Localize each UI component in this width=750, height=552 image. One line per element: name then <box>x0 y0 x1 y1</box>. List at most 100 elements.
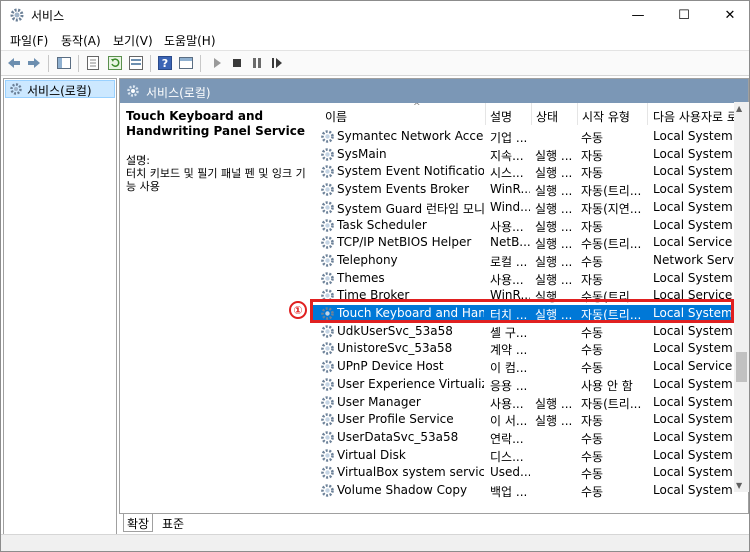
service-log-on-as: Local System <box>653 394 733 409</box>
maximize-button[interactable]: ☐ <box>661 1 707 30</box>
service-row[interactable]: UnistoreSvc_53a58 계약 ... 수동 Local System <box>313 340 747 358</box>
title-bar: 서비스 — ☐ ✕ <box>1 1 749 30</box>
service-startup-type: 자동 <box>581 148 604 163</box>
service-row[interactable]: Symantec Network Access ... 기업 ... 수동 Local… <box>313 128 747 146</box>
restart-icon[interactable] <box>269 55 285 71</box>
services-gear-icon <box>126 84 140 98</box>
play-icon[interactable] <box>209 55 225 71</box>
sort-ascending-icon: ^ <box>413 103 421 112</box>
service-row[interactable]: UserDataSvc_53a58 연락... 수동 Local System <box>313 429 747 447</box>
column-header-log-on-as[interactable]: 다음 사용자로 로 <box>653 103 747 125</box>
service-description: 시스... <box>490 166 524 181</box>
service-name: User Profile Service <box>337 412 454 427</box>
service-gear-icon <box>320 164 335 179</box>
stop-icon[interactable] <box>229 55 245 71</box>
service-startup-type: 수동 <box>581 431 604 446</box>
refresh-icon[interactable] <box>107 55 123 71</box>
service-name: Volume Shadow Copy <box>337 483 468 497</box>
menu-action[interactable]: 동작(A) <box>61 32 101 49</box>
service-log-on-as: Local System <box>653 182 733 197</box>
service-row[interactable]: UPnP Device Host 이 컴... 수동 Local Service <box>313 358 747 376</box>
service-gear-icon <box>320 235 335 250</box>
service-row[interactable]: Themes 사용... 실행 ... 자동 Local System <box>313 270 747 288</box>
column-header-name[interactable]: 이름 ^ <box>325 103 485 125</box>
services-gear-icon <box>9 82 23 96</box>
toolbar-separator <box>48 55 49 72</box>
service-log-on-as: Local System <box>653 270 733 285</box>
service-name: User Experience Virtualizati... <box>337 376 484 391</box>
console-tree-icon[interactable] <box>56 55 72 71</box>
column-header-description[interactable]: 설명 <box>490 103 534 125</box>
service-startup-type: 자동 <box>581 166 604 181</box>
service-row[interactable]: Task Scheduler 사용... 실행 ... 자동 Local System <box>313 217 747 235</box>
service-name: UserDataSvc_53a58 <box>337 429 459 444</box>
service-row[interactable]: User Profile Service 이 서... 실행 ... 자동 Local … <box>313 411 747 429</box>
menu-file[interactable]: 파일(F) <box>10 32 48 49</box>
service-name: Telephony <box>337 252 398 267</box>
column-header-startup-type[interactable]: 시작 유형 <box>582 103 648 125</box>
service-log-on-as: Local System <box>653 412 733 427</box>
minimize-button[interactable]: — <box>615 1 661 30</box>
properties-icon[interactable] <box>85 55 101 71</box>
service-row[interactable]: SysMain 지속... 실행 ... 자동 Local System <box>313 146 747 164</box>
vertical-scrollbar[interactable]: ▲ ▼ <box>734 102 749 492</box>
service-name: UdkUserSvc_53a58 <box>337 323 453 338</box>
services-pane: 서비스(로컬) Touch Keyboard and Handwriting P… <box>119 78 749 514</box>
scroll-down-icon[interactable]: ▼ <box>736 481 742 490</box>
service-status: 실행 ... <box>535 396 573 411</box>
service-name: TCP/IP NetBIOS Helper <box>337 235 472 250</box>
menu-help[interactable]: 도움말(H) <box>164 32 216 49</box>
view-tabs: 확장 표준 <box>119 514 749 534</box>
service-startup-type: 수동 <box>581 254 604 269</box>
service-gear-icon <box>320 341 335 356</box>
scrollbar-thumb[interactable] <box>736 352 747 382</box>
service-status: 실행 ... <box>535 414 573 429</box>
column-divider[interactable] <box>647 103 648 125</box>
service-row[interactable]: User Experience Virtualizati... 응용 ... 사용 … <box>313 376 747 394</box>
tree-item-label: 서비스(로컬) <box>27 84 92 98</box>
service-row[interactable]: User Manager 사용... 실행 ... 자동(트리... Local Sys… <box>313 394 747 412</box>
service-row[interactable]: Virtual Disk 디스... 수동 Local System <box>313 447 747 465</box>
service-row[interactable]: System Guard 런타임 모니... Wind... 실행 ... 자동(지연… <box>313 199 747 217</box>
service-gear-icon <box>320 271 335 286</box>
service-description: 로컬 ... <box>490 254 528 269</box>
tab-extended[interactable]: 확장 <box>123 514 154 532</box>
service-description: 사용... <box>490 272 524 287</box>
services-window: 서비스 — ☐ ✕ 파일(F) 동작(A) 보기(V) 도움말(H) ? 서비스… <box>0 0 750 552</box>
service-gear-icon <box>320 412 335 427</box>
service-status: 실행 ... <box>535 166 573 181</box>
forward-arrow-icon[interactable] <box>26 55 42 71</box>
service-row[interactable]: UdkUserSvc_53a58 셸 구... 수동 Local System <box>313 323 747 341</box>
service-gear-icon <box>320 147 335 162</box>
help-icon[interactable]: ? <box>157 55 173 71</box>
scroll-up-icon[interactable]: ▲ <box>736 104 742 113</box>
service-log-on-as: Local System <box>653 465 733 480</box>
callout-number: ① <box>289 301 307 319</box>
service-name: Themes <box>337 270 385 285</box>
service-row[interactable]: TCP/IP NetBIOS Helper NetB... 실행 ... 수동(트리.… <box>313 234 747 252</box>
export-list-icon[interactable] <box>128 55 144 71</box>
tab-standard[interactable]: 표준 <box>159 514 187 532</box>
show-hide-pane-icon[interactable] <box>178 55 194 71</box>
service-row[interactable]: Telephony 로컬 ... 실행 ... 수동 Network Service <box>313 252 747 270</box>
tree-item-services-local[interactable]: 서비스(로컬) <box>5 80 115 98</box>
menu-view[interactable]: 보기(V) <box>113 32 153 49</box>
service-title: Touch Keyboard and Handwriting Panel Ser… <box>126 109 305 138</box>
column-divider[interactable] <box>531 103 532 125</box>
pause-icon[interactable] <box>249 55 265 71</box>
service-row[interactable]: Volume Shadow Copy 백업 ... 수동 Local System <box>313 482 747 500</box>
service-status: 실행 ... <box>535 184 573 199</box>
service-description: 기업 ... <box>490 131 528 145</box>
service-startup-type: 수동 <box>581 467 604 482</box>
back-arrow-icon[interactable] <box>6 55 22 71</box>
column-divider[interactable] <box>577 103 578 125</box>
column-header-status[interactable]: 상태 <box>536 103 578 125</box>
close-button[interactable]: ✕ <box>707 1 750 30</box>
service-row[interactable]: VirtualBox system service Used... 수동 Local … <box>313 464 747 482</box>
service-row[interactable]: System Event Notification ... 시스... 실행 ...… <box>313 163 747 181</box>
service-startup-type: 자동 <box>581 414 604 429</box>
service-log-on-as: Local System <box>653 199 733 214</box>
column-divider[interactable] <box>485 103 486 125</box>
service-row[interactable]: System Events Broker WinR... 실행 ... 자동(트리..… <box>313 181 747 199</box>
service-status: 실행 ... <box>535 237 573 252</box>
